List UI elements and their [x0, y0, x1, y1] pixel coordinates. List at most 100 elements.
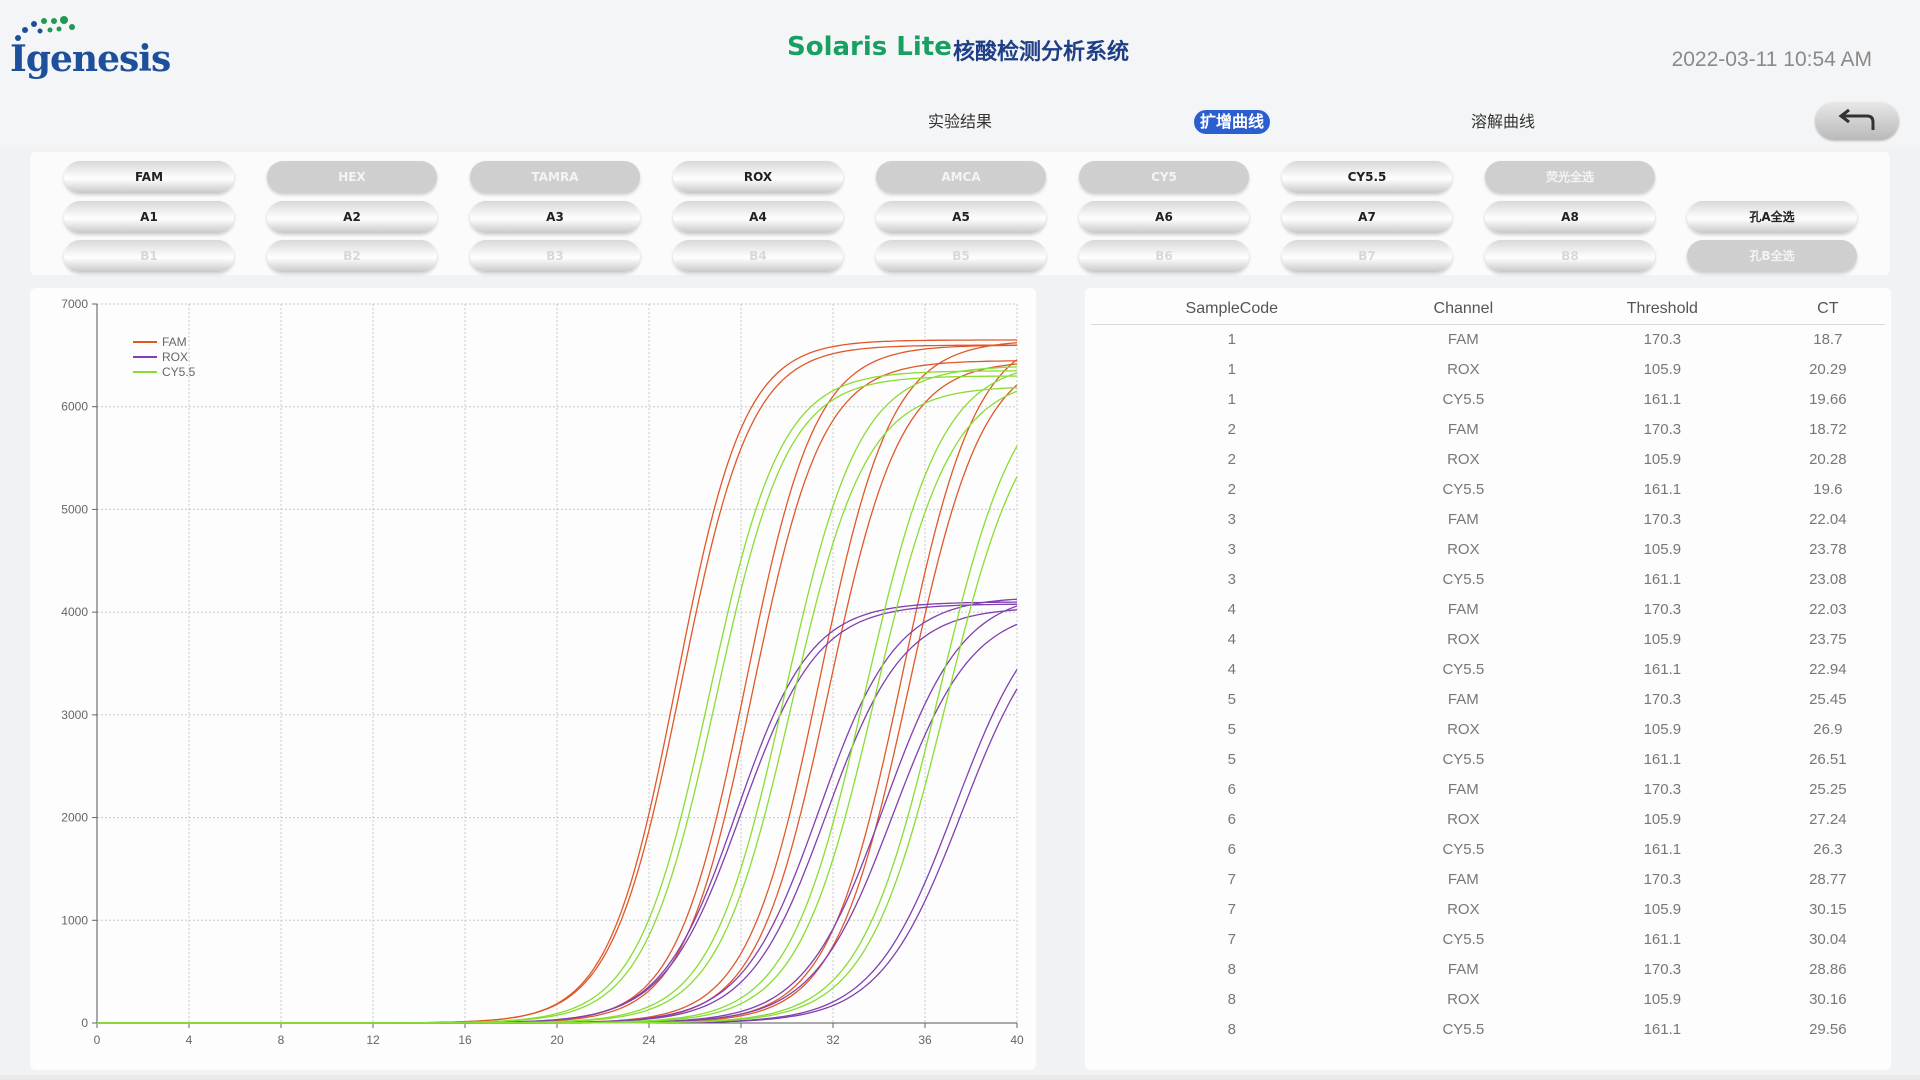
amplification-chart: 0 4 8 12 16 20 24 28 32 36 40 0 1000 2000 3000 4000 5000… [61, 297, 1024, 1047]
table-cell: 19.66 [1809, 390, 1847, 408]
table-row[interactable]: 6 FAM 170.3 25.25 [1091, 774, 1885, 804]
channel-button-4[interactable]: AMCA [876, 161, 1046, 193]
table-cell: 22.94 [1809, 660, 1847, 678]
well-button-a8[interactable]: A8 [1485, 201, 1655, 233]
table-row[interactable]: 2 ROX 105.9 20.28 [1091, 444, 1885, 474]
well-button-b4[interactable]: B4 [673, 240, 843, 272]
table-row[interactable]: 4 ROX 105.9 23.75 [1091, 624, 1885, 654]
table-cell: 6 [1227, 810, 1236, 828]
table-cell: FAM [1447, 330, 1479, 348]
legend-label: ROX [162, 350, 188, 364]
table-cell: 1 [1227, 330, 1236, 348]
table-cell: 8 [1227, 960, 1236, 978]
header: Igenesis Solaris Lite 核酸检测分析系统 2022-03-1… [0, 0, 1920, 145]
channel-button-7[interactable]: 荧光全选 [1485, 161, 1655, 193]
brand-logo: Igenesis [8, 16, 171, 80]
table-row[interactable]: 3 CY5.5 161.1 23.08 [1091, 564, 1885, 594]
well-button-b2[interactable]: B2 [267, 240, 437, 272]
header-ct[interactable]: CT [1770, 294, 1885, 325]
table-cell: 161.1 [1643, 1020, 1682, 1038]
back-button[interactable] [1815, 102, 1899, 140]
header-sample-code[interactable]: SampleCode [1091, 294, 1373, 325]
table-cell: CY5.5 [1442, 930, 1485, 948]
legend-label: FAM [162, 335, 187, 349]
select-all-b-button[interactable]: 孔B全选 [1687, 240, 1857, 272]
table-row[interactable]: 1 ROX 105.9 20.29 [1091, 354, 1885, 384]
well-button-b7[interactable]: B7 [1282, 240, 1452, 272]
channel-button-3[interactable]: ROX [673, 161, 843, 193]
table-row[interactable]: 7 ROX 105.9 30.15 [1091, 894, 1885, 924]
well-button-b8[interactable]: B8 [1485, 240, 1655, 272]
table-cell: 26.3 [1813, 840, 1843, 858]
logo-wordmark: Igenesis [10, 38, 171, 80]
table-cell: 161.1 [1643, 930, 1682, 948]
well-button-a3[interactable]: A3 [470, 201, 640, 233]
table-cell: 105.9 [1643, 630, 1682, 648]
well-button-a1[interactable]: A1 [64, 201, 234, 233]
well-button-a2[interactable]: A2 [267, 201, 437, 233]
channel-button-0[interactable]: FAM [64, 161, 234, 193]
table-row[interactable]: 1 CY5.5 161.1 19.66 [1091, 384, 1885, 414]
table-cell: FAM [1447, 420, 1479, 438]
tab-amplification-curve[interactable]: 扩增曲线 [1194, 110, 1271, 134]
footer-strip [0, 1075, 1920, 1080]
table-row[interactable]: 2 CY5.5 161.1 19.6 [1091, 474, 1885, 504]
table-row[interactable]: 3 ROX 105.9 23.78 [1091, 534, 1885, 564]
table-cell: 25.25 [1809, 780, 1847, 798]
channel-button-2[interactable]: TAMRA [470, 161, 640, 193]
table-row[interactable]: 5 FAM 170.3 25.45 [1091, 684, 1885, 714]
table-cell: 170.3 [1643, 870, 1682, 888]
table-cell: 105.9 [1643, 450, 1682, 468]
table-cell: FAM [1447, 780, 1479, 798]
table-row[interactable]: 7 FAM 170.3 28.77 [1091, 864, 1885, 894]
tab-melting-curve[interactable]: 溶解曲线 [1465, 110, 1541, 134]
table-row[interactable]: 8 FAM 170.3 28.86 [1091, 954, 1885, 984]
table-row[interactable]: 4 CY5.5 161.1 22.94 [1091, 654, 1885, 684]
channel-button-5[interactable]: CY5 [1079, 161, 1249, 193]
well-button-a4[interactable]: A4 [673, 201, 843, 233]
table-cell: 2 [1227, 480, 1236, 498]
table-row[interactable]: 3 FAM 170.3 22.04 [1091, 504, 1885, 534]
well-button-b1[interactable]: B1 [64, 240, 234, 272]
x-tick-label: 16 [458, 1033, 472, 1047]
table-cell: 170.3 [1643, 690, 1682, 708]
table-cell: 6 [1227, 840, 1236, 858]
table-cell: 6 [1227, 780, 1236, 798]
table-cell: 1 [1227, 390, 1236, 408]
select-all-a-button[interactable]: 孔A全选 [1687, 201, 1857, 233]
x-tick-label: 32 [826, 1033, 840, 1047]
table-row[interactable]: 1 FAM 170.3 18.7 [1091, 324, 1885, 354]
channel-button-1[interactable]: HEX [267, 161, 437, 193]
table-cell: 105.9 [1643, 360, 1682, 378]
table-cell: CY5.5 [1442, 480, 1485, 498]
well-button-b3[interactable]: B3 [470, 240, 640, 272]
header-threshold[interactable]: Threshold [1554, 294, 1771, 325]
well-button-a7[interactable]: A7 [1282, 201, 1452, 233]
table-row[interactable]: 8 ROX 105.9 30.16 [1091, 984, 1885, 1014]
well-button-b6[interactable]: B6 [1079, 240, 1249, 272]
y-tick-label: 6000 [61, 400, 88, 414]
x-tick-label: 8 [278, 1033, 285, 1047]
table-row[interactable]: 8 CY5.5 161.1 29.56 [1091, 1014, 1885, 1044]
table-cell: ROX [1447, 900, 1480, 918]
well-button-b5[interactable]: B5 [876, 240, 1046, 272]
tab-experiment-results[interactable]: 实验结果 [922, 110, 998, 134]
table-row[interactable]: 5 CY5.5 161.1 26.51 [1091, 744, 1885, 774]
table-cell: 18.7 [1813, 330, 1843, 348]
header-channel[interactable]: Channel [1372, 294, 1555, 325]
table-row[interactable]: 7 CY5.5 161.1 30.04 [1091, 924, 1885, 954]
table-row[interactable]: 2 FAM 170.3 18.72 [1091, 414, 1885, 444]
table-row[interactable]: 4 FAM 170.3 22.03 [1091, 594, 1885, 624]
channel-button-6[interactable]: CY5.5 [1282, 161, 1452, 193]
table-cell: 5 [1227, 750, 1236, 768]
table-cell: 161.1 [1643, 750, 1682, 768]
table-row[interactable]: 6 ROX 105.9 27.24 [1091, 804, 1885, 834]
well-button-a5[interactable]: A5 [876, 201, 1046, 233]
table-row[interactable]: 5 ROX 105.9 26.9 [1091, 714, 1885, 744]
table-cell: 7 [1227, 900, 1236, 918]
x-tick-label: 12 [366, 1033, 380, 1047]
table-cell: ROX [1447, 990, 1480, 1008]
table-cell: 170.3 [1643, 330, 1682, 348]
table-row[interactable]: 6 CY5.5 161.1 26.3 [1091, 834, 1885, 864]
well-button-a6[interactable]: A6 [1079, 201, 1249, 233]
